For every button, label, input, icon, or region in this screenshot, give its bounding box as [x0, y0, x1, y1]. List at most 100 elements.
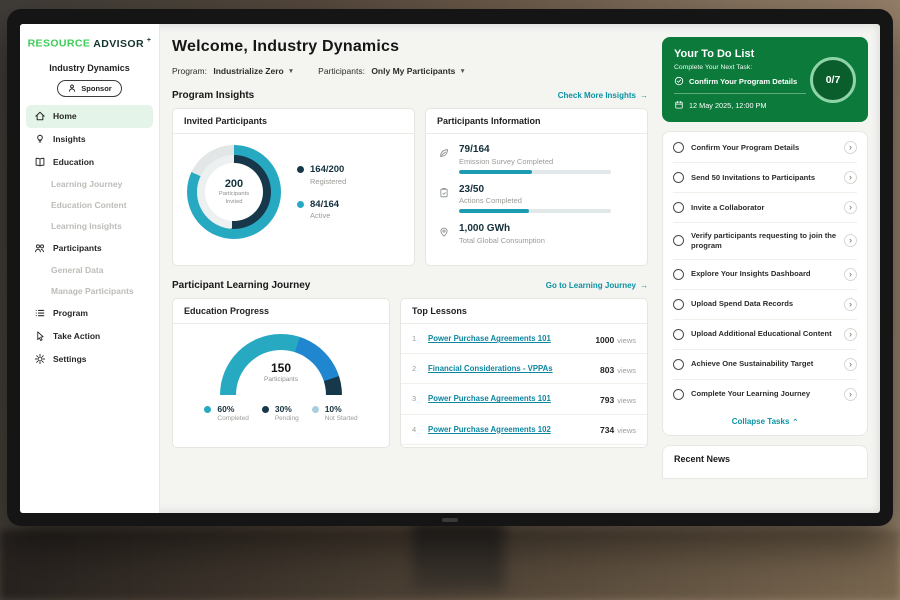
nav-label: Settings	[53, 354, 87, 364]
task-row[interactable]: Complete Your Learning Journey ›	[673, 380, 857, 409]
sidebar-item-learning-journey[interactable]: Learning Journey	[20, 174, 159, 195]
task-row[interactable]: Confirm Your Program Details ›	[673, 133, 857, 163]
lesson-views: 734views	[600, 420, 636, 438]
task-checkbox[interactable]	[673, 329, 684, 340]
task-row[interactable]: Explore Your Insights Dashboard ›	[673, 260, 857, 290]
sidebar-item-manage-participants[interactable]: Manage Participants	[20, 281, 159, 302]
sponsor-badge-label: Sponsor	[81, 84, 111, 93]
actions-progress-bar	[459, 209, 611, 213]
sidebar-item-education[interactable]: Education	[20, 151, 159, 174]
program-filter-label: Program:	[172, 66, 207, 76]
gear-icon	[34, 353, 46, 365]
invited-donut-ring-outer: 200 Participants Invited	[187, 145, 281, 239]
sidebar-item-take-action[interactable]: Take Action	[20, 325, 159, 348]
participants-filter-label: Participants:	[318, 66, 365, 76]
task-checkbox[interactable]	[673, 142, 684, 153]
task-checkbox[interactable]	[673, 359, 684, 370]
sidebar-item-general-data[interactable]: General Data	[20, 260, 159, 281]
chevron-right-icon[interactable]: ›	[844, 328, 857, 341]
monitor-logo	[442, 518, 458, 522]
task-row[interactable]: Upload Spend Data Records ›	[673, 290, 857, 320]
program-filter-dropdown[interactable]: Industrialize Zero ▼	[213, 66, 294, 76]
chevron-right-icon[interactable]: ›	[844, 201, 857, 214]
lesson-link[interactable]: Power Purchase Agreements 102	[428, 425, 551, 434]
lesson-rank: 4	[412, 425, 419, 434]
home-icon	[34, 110, 46, 122]
task-checkbox[interactable]	[673, 235, 684, 246]
check-circle-icon	[674, 76, 684, 86]
leaf-icon	[438, 146, 450, 158]
chevron-right-icon[interactable]: ›	[844, 234, 857, 247]
go-to-learning-journey-link[interactable]: Go to Learning Journey →	[546, 281, 648, 290]
task-row[interactable]: Invite a Collaborator ›	[673, 193, 857, 223]
task-checkbox[interactable]	[673, 202, 684, 213]
people-icon	[34, 242, 46, 254]
brand-plus: +	[147, 37, 152, 44]
lesson-row: 3 Power Purchase Agreements 101 793views	[401, 384, 647, 414]
chevron-right-icon[interactable]: ›	[844, 358, 857, 371]
task-checkbox[interactable]	[673, 172, 684, 183]
learning-cards-row: Education Progress 150 Participants	[172, 298, 648, 448]
invited-donut-center: 200 Participants Invited	[205, 163, 263, 221]
page-title: Welcome, Industry Dynamics	[172, 38, 648, 56]
sidebar-item-learning-insights[interactable]: Learning Insights	[20, 216, 159, 237]
actions-completed-row: 23/50 Actions Completed	[438, 184, 635, 214]
task-row[interactable]: Upload Additional Educational Content ›	[673, 320, 857, 350]
sidebar-item-home[interactable]: Home	[26, 105, 153, 128]
book-icon	[34, 156, 46, 168]
sidebar-item-insights[interactable]: Insights	[20, 128, 159, 151]
lesson-rank: 3	[412, 394, 419, 403]
lesson-link[interactable]: Power Purchase Agreements 101	[428, 394, 551, 403]
brand-primary: RESOURCE	[28, 38, 91, 50]
task-row[interactable]: Send 50 Invitations to Participants ›	[673, 163, 857, 193]
sidebar-item-settings[interactable]: Settings	[20, 348, 159, 371]
chevron-right-icon[interactable]: ›	[844, 171, 857, 184]
sidebar-item-program[interactable]: Program	[20, 302, 159, 325]
lesson-link[interactable]: Power Purchase Agreements 101	[428, 334, 551, 343]
education-legend: 60% Completed 30% Pending	[173, 397, 389, 431]
task-checkbox[interactable]	[673, 299, 684, 310]
todo-progress-ring: 0/7	[810, 57, 856, 103]
lesson-views: 793views	[600, 390, 636, 408]
nav-label: General Data	[51, 265, 103, 275]
sidebar-item-participants[interactable]: Participants	[20, 237, 159, 260]
sponsor-badge[interactable]: Sponsor	[57, 80, 121, 97]
card-title: Invited Participants	[173, 109, 414, 134]
dashboard-screen: RESOURCEADVISOR+ Industry Dynamics Spons…	[20, 24, 880, 513]
chevron-down-icon: ▼	[288, 68, 294, 75]
section-title-program-insights: Program Insights	[172, 90, 254, 101]
education-gauge-center: 150 Participants	[220, 361, 342, 383]
card-title: Top Lessons	[401, 299, 647, 324]
arrow-right-icon: →	[640, 91, 648, 100]
task-row[interactable]: Verify participants requesting to join t…	[673, 223, 857, 260]
sidebar-item-education-content[interactable]: Education Content	[20, 195, 159, 216]
invited-legend: 164/200 Registered 84/164 Active	[297, 164, 346, 220]
todo-summary-card: Your To Do List Complete Your Next Task:…	[662, 37, 868, 122]
nav-label: Learning Journey	[51, 179, 122, 189]
collapse-tasks-button[interactable]: Collapse Tasks⌃	[673, 409, 857, 434]
insights-cards-row: Invited Participants 200 Participants In…	[172, 108, 648, 266]
legend-item-pending: 30% Pending	[262, 404, 299, 422]
consumption-row: 1,000 GWh Total Global Consumption	[438, 223, 635, 245]
task-checkbox[interactable]	[673, 269, 684, 280]
lesson-link[interactable]: Financial Considerations - VPPAs	[428, 364, 553, 373]
legend-dot	[204, 406, 211, 413]
lesson-views: 1000views	[595, 330, 636, 348]
chevron-right-icon[interactable]: ›	[844, 388, 857, 401]
org-name: Industry Dynamics	[20, 63, 159, 73]
education-progress-card: Education Progress 150 Participants	[172, 298, 390, 448]
todo-next-task: Confirm Your Program Details	[674, 76, 806, 86]
monitor-bezel: RESOURCEADVISOR+ Industry Dynamics Spons…	[7, 9, 893, 526]
learning-journey-header: Participant Learning Journey Go to Learn…	[172, 280, 648, 291]
chevron-right-icon[interactable]: ›	[844, 298, 857, 311]
legend-dot	[262, 406, 269, 413]
task-row[interactable]: Achieve One Sustainability Target ›	[673, 350, 857, 380]
chevron-right-icon[interactable]: ›	[844, 268, 857, 281]
lesson-rank: 1	[412, 334, 419, 343]
chevron-down-icon: ▼	[459, 68, 465, 75]
check-more-insights-link[interactable]: Check More Insights →	[558, 91, 648, 100]
map-pin-icon	[438, 225, 450, 237]
participants-filter-dropdown[interactable]: Only My Participants ▼	[371, 66, 466, 76]
chevron-right-icon[interactable]: ›	[844, 141, 857, 154]
task-checkbox[interactable]	[673, 389, 684, 400]
